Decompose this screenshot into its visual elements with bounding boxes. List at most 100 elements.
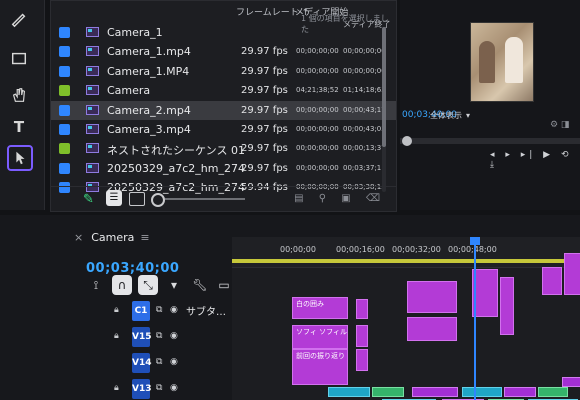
- snap-button[interactable]: ∩: [112, 275, 132, 295]
- audio-clip[interactable]: [504, 387, 536, 397]
- selection-tool-icon[interactable]: [7, 145, 33, 171]
- track-lock-icon[interactable]: [114, 357, 124, 367]
- timeline-playhead[interactable]: [470, 237, 480, 400]
- audio-clip[interactable]: [462, 387, 502, 397]
- project-item-end: 00;00;00;00: [343, 47, 386, 56]
- label-color-swatch[interactable]: [59, 104, 70, 116]
- type-tool-icon[interactable]: T: [8, 116, 30, 138]
- premiere-workspace: T フレームレート ↑ メディア開始 1 個の項目を選択しました メディア終了 …: [0, 0, 580, 400]
- captions-icon[interactable]: ▭: [214, 275, 234, 295]
- video-clip[interactable]: ソフィ ソフィル: [292, 325, 348, 349]
- label-color-swatch[interactable]: [59, 46, 70, 58]
- zoom-slider-handle[interactable]: [151, 193, 165, 207]
- track-target-toggle[interactable]: V15: [132, 327, 152, 347]
- project-item-row[interactable]: ネストされたシーケンス 01 29.97 fps 00;00;00;00 00;00;…: [51, 139, 396, 158]
- scrollbar-thumb[interactable]: [382, 27, 386, 147]
- work-area-bar[interactable]: [232, 259, 580, 263]
- video-clip[interactable]: [564, 253, 580, 295]
- sync-lock-icon[interactable]: ⧉: [156, 305, 162, 315]
- pen-tool-icon[interactable]: [8, 8, 30, 30]
- hand-tool-icon[interactable]: [8, 84, 30, 106]
- sequence-tab[interactable]: × Camera ≡: [74, 231, 150, 244]
- track-visibility-icon[interactable]: ◉: [170, 383, 178, 393]
- wrench-icon[interactable]: 🔧︎: [190, 275, 210, 295]
- rectangle-tool-icon[interactable]: [8, 48, 30, 70]
- linked-selection-button[interactable]: ⤡: [138, 275, 158, 295]
- sync-lock-icon[interactable]: ⧉: [156, 331, 162, 341]
- track-visibility-icon[interactable]: ◉: [170, 331, 178, 341]
- track-lock-icon[interactable]: 🔒︎: [114, 331, 124, 341]
- video-clip[interactable]: [500, 277, 514, 335]
- video-file-icon: [86, 45, 100, 57]
- track-target-toggle[interactable]: V13: [132, 379, 152, 399]
- sequence-menu-icon[interactable]: ≡: [140, 231, 149, 244]
- project-scrollbar[interactable]: [382, 27, 386, 192]
- track-header[interactable]: V14 ⧉ ◉: [110, 351, 230, 375]
- project-item-fps: 29.97 fps: [241, 123, 288, 135]
- pencil-icon[interactable]: ✎: [83, 192, 94, 207]
- track-target-toggle[interactable]: V14: [132, 353, 152, 373]
- track-visibility-icon[interactable]: ◉: [170, 305, 178, 315]
- audio-clip[interactable]: [372, 387, 404, 397]
- project-item-row[interactable]: Camera_2.mp4 29.97 fps 00;00;00;00 00;00;43…: [51, 100, 396, 120]
- video-clip[interactable]: [356, 325, 368, 347]
- project-item-start: 00;00;00;00: [296, 163, 339, 172]
- project-item-row[interactable]: Camera_1.mp4 29.97 fps 00;00;00;00 00;00;00…: [51, 42, 396, 61]
- project-item-row[interactable]: Camera_1.MP4 29.97 fps 00;00;00;00 00;00;00…: [51, 62, 396, 81]
- audio-clip[interactable]: [562, 377, 580, 387]
- close-sequence-icon[interactable]: ×: [74, 231, 83, 244]
- time-ruler[interactable]: 00;00;00 00;00;16;00 00;00;32;00 00;00;48;0…: [232, 237, 580, 268]
- audio-clip[interactable]: [538, 387, 568, 397]
- sync-lock-icon[interactable]: ⧉: [156, 383, 162, 393]
- track-lock-icon[interactable]: 🔒︎: [114, 305, 124, 315]
- video-preview: [470, 22, 534, 102]
- audio-clip[interactable]: [412, 387, 458, 397]
- monitor-settings-icon[interactable]: ⚙ ◨: [550, 120, 569, 130]
- project-item-row[interactable]: Camera_3.mp4 29.97 fps 00;00;00;00 00;00;43…: [51, 120, 396, 139]
- list-view-button[interactable]: ☰: [106, 190, 122, 206]
- timeline-timecode[interactable]: 00;03;40;00: [86, 261, 179, 276]
- video-clip[interactable]: 白の囲み: [292, 297, 348, 319]
- label-color-swatch[interactable]: [59, 123, 70, 135]
- track-header[interactable]: 🔒︎ V13 ⧉ ◉: [110, 377, 230, 400]
- track-target-toggle[interactable]: C1: [132, 301, 150, 321]
- ruler-tick-label: 00;00;16;00: [336, 245, 385, 254]
- sync-lock-icon[interactable]: ⧉: [156, 357, 162, 367]
- project-header: フレームレート ↑ メディア開始 1 個の項目を選択しました メディア終了: [51, 1, 396, 34]
- audio-clip[interactable]: [328, 387, 370, 397]
- track-header[interactable]: 🔒︎ C1 ⧉ ◉ サブタ…: [110, 299, 230, 323]
- track-header[interactable]: 🔒︎ V15 ⧉ ◉: [110, 325, 230, 349]
- ruler-tick-label: 00;00;48;00: [448, 245, 497, 254]
- video-clip[interactable]: 前回の振り返り: [292, 349, 348, 385]
- video-clip[interactable]: [356, 299, 368, 319]
- track-lock-icon[interactable]: 🔒︎: [114, 383, 124, 393]
- video-clip[interactable]: [542, 267, 562, 295]
- project-footer: ✎ ☰ ▤ ⚲ ▣ ⌫: [51, 186, 396, 211]
- label-color-swatch[interactable]: [59, 27, 70, 38]
- label-color-swatch[interactable]: [59, 65, 70, 77]
- video-clip[interactable]: [407, 281, 457, 313]
- zoom-slider-track[interactable]: [165, 198, 245, 200]
- project-item-row[interactable]: 20250329_a7c2_hm_274 29.97 fps 00;00;00;00…: [51, 159, 396, 178]
- video-clip[interactable]: [407, 317, 457, 341]
- monitor-scrubber[interactable]: [400, 136, 580, 146]
- transport-controls[interactable]: ◂ ▸ ▸| ▶ ⟲ ⤓: [490, 150, 580, 170]
- project-item-name: Camera_1.mp4: [107, 45, 191, 59]
- monitor-playhead[interactable]: [402, 136, 412, 146]
- nest-toggle-icon[interactable]: ⟟: [86, 275, 106, 295]
- footer-actions[interactable]: ▤ ⚲ ▣ ⌫: [294, 193, 386, 204]
- project-item-list: Camera_1 Camera_1.mp4 29.97 fps 00;00;00;00…: [51, 23, 396, 198]
- label-color-swatch[interactable]: [59, 85, 70, 97]
- video-clip[interactable]: [356, 349, 368, 371]
- fit-dropdown[interactable]: 全体表示: [430, 110, 470, 121]
- project-item-fps: 29.97 fps: [241, 162, 288, 174]
- track-area[interactable]: 00;00;00 00;00;16;00 00;00;32;00 00;00;48;0…: [232, 237, 580, 400]
- label-color-swatch[interactable]: [59, 162, 70, 174]
- add-marker-icon[interactable]: ▾: [164, 275, 184, 295]
- project-item-start: 00;00;00;00: [296, 124, 339, 133]
- icon-view-button[interactable]: [129, 192, 145, 206]
- project-item-row[interactable]: Camera_1: [51, 23, 396, 42]
- label-color-swatch[interactable]: [59, 143, 70, 155]
- project-item-row[interactable]: Camera 29.97 fps 04;21;38;52 01;14;18;63: [51, 81, 396, 100]
- track-visibility-icon[interactable]: ◉: [170, 357, 178, 367]
